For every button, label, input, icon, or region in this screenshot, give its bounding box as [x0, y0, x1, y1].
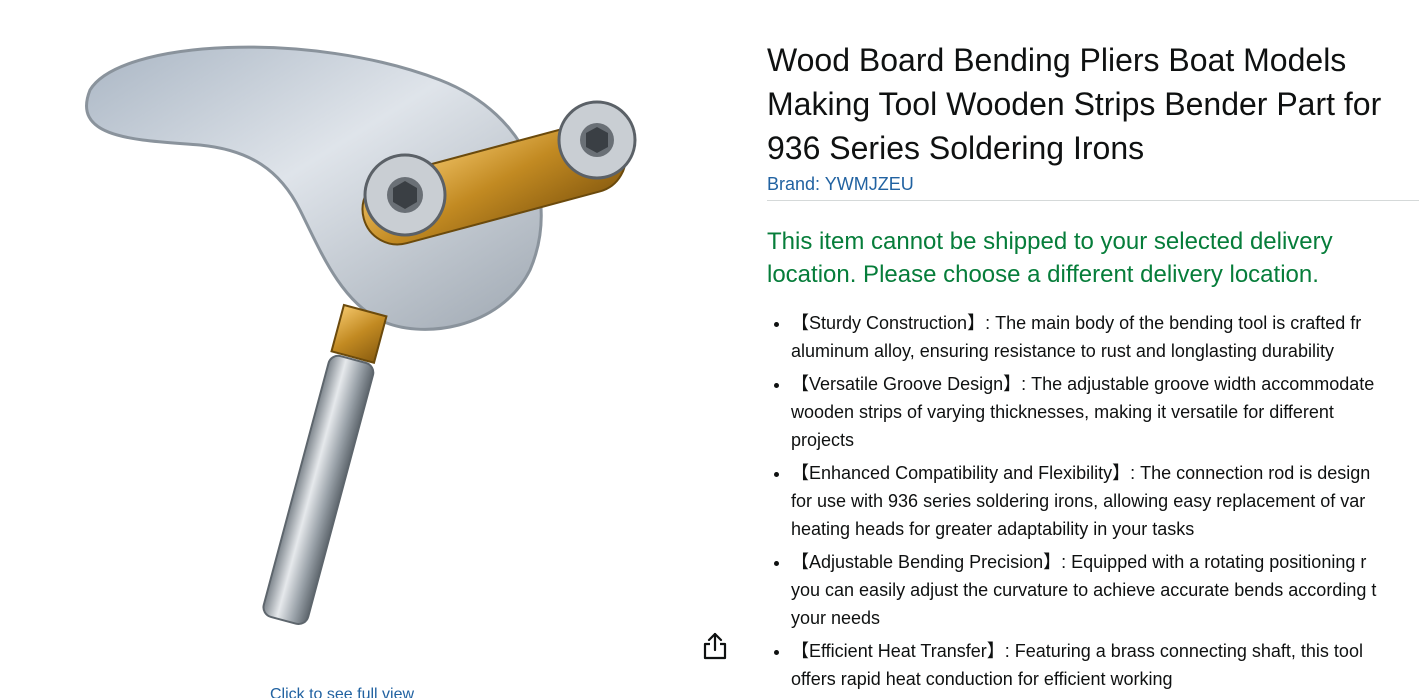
- bullet-line: 【Adjustable Bending Precision】: Equipped…: [791, 552, 1367, 572]
- bullet-line: heating heads for greater adaptability i…: [791, 519, 1195, 539]
- full-view-link[interactable]: Click to see full view: [270, 686, 414, 698]
- share-button[interactable]: [697, 628, 733, 664]
- bullet-line: wooden strips of varying thicknesses, ma…: [791, 402, 1334, 422]
- bullet-line: for use with 936 series soldering irons,…: [791, 491, 1366, 511]
- shipping-message: This item cannot be shipped to your sele…: [767, 225, 1407, 291]
- feature-bullet: 【Efficient Heat Transfer】: Featuring a b…: [791, 637, 1419, 693]
- brand-link[interactable]: Brand: YWMJZEU: [767, 172, 1419, 196]
- feature-bullets: 【Sturdy Construction】: The main body of …: [767, 309, 1419, 693]
- shipping-message-line: location. Please choose a different deli…: [767, 261, 1319, 288]
- image-panel: Click to see full view: [0, 0, 740, 698]
- product-title-line: Making Tool Wooden Strips Bender Part fo…: [767, 86, 1382, 122]
- bullet-line: offers rapid heat conduction for efficie…: [791, 669, 1173, 689]
- feature-bullet: 【Sturdy Construction】: The main body of …: [791, 309, 1419, 365]
- bullet-line: 【Efficient Heat Transfer】: Featuring a b…: [791, 641, 1363, 661]
- share-icon: [703, 632, 727, 660]
- feature-bullet: 【Versatile Groove Design】: The adjustabl…: [791, 370, 1419, 454]
- product-title-line: 936 Series Soldering Irons: [767, 130, 1145, 166]
- product-details: Wood Board Bending Pliers Boat Models Ma…: [767, 38, 1419, 698]
- feature-bullet: 【Enhanced Compatibility and Flexibility】…: [791, 459, 1419, 543]
- product-page: Click to see full view Wood Board Bendin…: [0, 0, 1419, 698]
- product-image[interactable]: [60, 20, 680, 640]
- bullet-line: aluminum alloy, ensuring resistance to r…: [791, 341, 1334, 361]
- shipping-message-line: This item cannot be shipped to your sele…: [767, 228, 1333, 255]
- bullet-line: projects: [791, 430, 855, 450]
- product-title-line: Wood Board Bending Pliers Boat Models: [767, 42, 1347, 78]
- divider: [767, 200, 1419, 201]
- bullet-line: 【Sturdy Construction】: The main body of …: [791, 313, 1362, 333]
- feature-bullet: 【Adjustable Bending Precision】: Equipped…: [791, 548, 1419, 632]
- bullet-line: you can easily adjust the curvature to a…: [791, 580, 1377, 600]
- bullet-line: 【Enhanced Compatibility and Flexibility】…: [791, 463, 1371, 483]
- bullet-line: 【Versatile Groove Design】: The adjustabl…: [791, 374, 1375, 394]
- product-title: Wood Board Bending Pliers Boat Models Ma…: [767, 38, 1419, 170]
- bullet-line: your needs: [791, 608, 881, 628]
